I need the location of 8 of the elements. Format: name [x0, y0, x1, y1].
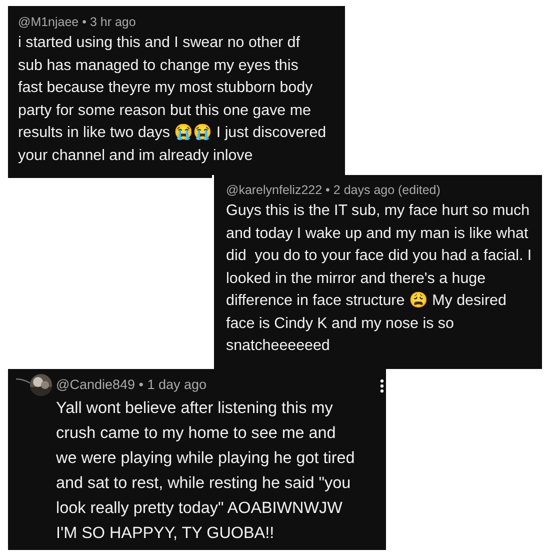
more-icon[interactable]: [380, 379, 384, 393]
thread-line-icon: [16, 378, 30, 384]
comment-meta: @karelynfeliz222 • 2 days ago (edited): [226, 182, 442, 198]
comment-text: Guys this is the IT sub, my face hurt so much and today I wake up and my man is like what did you do to your face did you had a facial. I looked in the mirror and there's a huge difference in face structure 😩 My desired face is Cindy K and my nose is so snatcheeeeeed: [226, 201, 532, 356]
comment-text: i started using this and I swear no other df sub has managed to change my eyes this fast because theyre my most stubborn body party for some reason but this one gave me results in like two days 😭😭 I just discovered your channel and im already inlove: [18, 33, 326, 166]
comment-meta: @M1njaee • 3 hr ago: [18, 14, 137, 30]
comment-text: Yall wont believe after listening this my crush came to my home to see me and we were playing while playing he got tired and sat to rest, while resting he said "you look really pretty today" AOABIWNWJW I'M SO HAPPYY, TY GUOBA!!: [56, 398, 355, 544]
comment-meta: @Candie849 • 1 day ago: [56, 377, 208, 393]
